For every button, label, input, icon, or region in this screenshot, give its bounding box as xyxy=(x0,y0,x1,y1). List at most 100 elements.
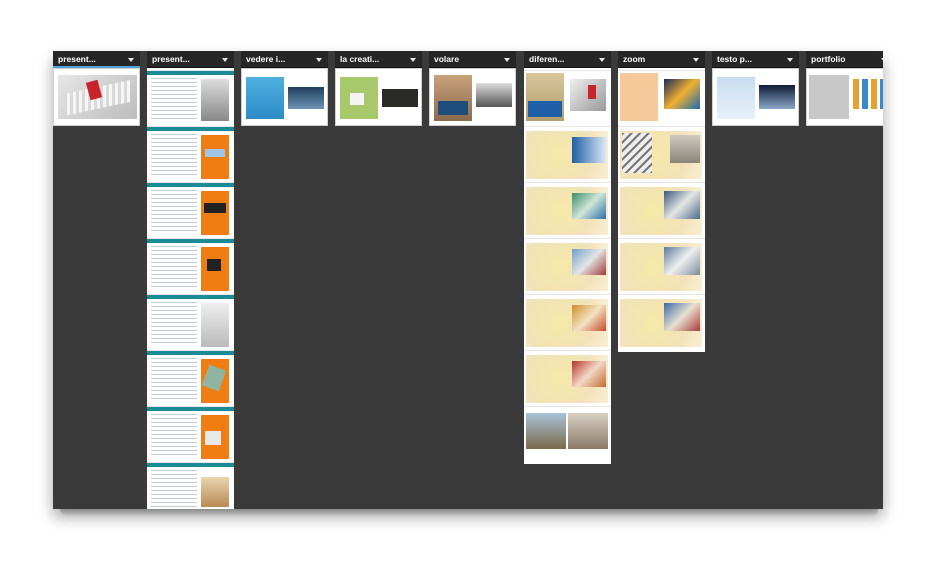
slide-header-bar xyxy=(147,463,234,467)
slide-image-detail xyxy=(205,149,225,157)
column-header[interactable]: diferen... xyxy=(524,51,611,68)
slide-thumbnail[interactable] xyxy=(147,294,234,350)
slide-thumbnail[interactable] xyxy=(335,68,422,126)
slide-thumbnail[interactable] xyxy=(147,238,234,294)
slide-header-bar xyxy=(147,295,234,299)
slide-thumbnail[interactable] xyxy=(806,68,883,126)
column-title: zoom xyxy=(623,54,646,64)
slide-thumbnail[interactable] xyxy=(618,294,705,350)
red-accent-shape xyxy=(588,85,596,99)
slide-text-block xyxy=(151,414,197,458)
slide-thumbnail[interactable] xyxy=(147,126,234,182)
slide-image xyxy=(526,413,566,449)
column-header[interactable]: volare xyxy=(429,51,516,68)
slide-image xyxy=(759,85,795,109)
column-title: la creati... xyxy=(340,54,380,64)
slide-image-detail xyxy=(350,93,364,105)
slide-thumbnail[interactable] xyxy=(618,126,705,182)
slide-image-detail xyxy=(438,101,468,115)
column-title: diferen... xyxy=(529,54,565,64)
column-header[interactable]: portfolio xyxy=(806,51,883,68)
column-8[interactable]: testo p... xyxy=(712,51,799,126)
column-5[interactable]: volare xyxy=(429,51,516,126)
slide-image xyxy=(476,83,512,107)
slide-thumbnail[interactable] xyxy=(147,182,234,238)
column-2[interactable]: present... xyxy=(147,51,234,509)
column-3[interactable]: vedere i... xyxy=(241,51,328,126)
slide-image xyxy=(670,135,700,163)
chevron-down-icon[interactable] xyxy=(410,58,416,62)
chevron-down-icon[interactable] xyxy=(222,58,228,62)
column-4[interactable]: la creati... xyxy=(335,51,422,126)
slide-header-bar xyxy=(147,351,234,355)
slide-image xyxy=(201,135,229,179)
slide-stack xyxy=(618,68,705,352)
column-header[interactable]: vedere i... xyxy=(241,51,328,68)
column-title: volare xyxy=(434,54,460,64)
slide-thumbnail[interactable] xyxy=(147,70,234,126)
slide-thumbnail[interactable] xyxy=(147,350,234,406)
column-6[interactable]: diferen... xyxy=(524,51,611,464)
slide-thumbnail[interactable] xyxy=(524,406,611,462)
chevron-down-icon[interactable] xyxy=(787,58,793,62)
slide-thumbnail[interactable] xyxy=(524,70,611,126)
column-title: vedere i... xyxy=(246,54,286,64)
column-1[interactable]: present... xyxy=(53,51,140,126)
slide-image xyxy=(572,137,606,163)
slide-text-block xyxy=(151,246,197,290)
slide-header-bar xyxy=(147,407,234,411)
column-title: present... xyxy=(152,54,190,64)
chevron-down-icon[interactable] xyxy=(599,58,605,62)
slide-thumbnail[interactable] xyxy=(524,238,611,294)
slide-image xyxy=(664,247,700,275)
slide-thumbnail[interactable] xyxy=(524,182,611,238)
slide-image xyxy=(568,413,608,449)
chevron-down-icon[interactable] xyxy=(128,58,134,62)
chevron-down-icon[interactable] xyxy=(504,58,510,62)
slide-image xyxy=(382,89,418,107)
slide-stack xyxy=(147,68,234,509)
slide-thumbnail[interactable] xyxy=(241,68,328,126)
slide-text-block xyxy=(151,78,197,122)
chevron-down-icon[interactable] xyxy=(316,58,322,62)
slide-header-bar xyxy=(147,127,234,131)
column-header[interactable]: testo p... xyxy=(712,51,799,68)
slide-image xyxy=(201,477,229,507)
slide-thumbnail[interactable] xyxy=(53,68,140,126)
slide-image xyxy=(288,87,324,109)
slide-header-bar xyxy=(147,239,234,243)
slide-thumbnail[interactable] xyxy=(618,238,705,294)
slide-thumbnail[interactable] xyxy=(429,68,516,126)
slide-thumbnail[interactable] xyxy=(618,182,705,238)
slide-stack xyxy=(524,68,611,464)
slide-text-block xyxy=(151,302,197,346)
column-header[interactable]: la creati... xyxy=(335,51,422,68)
column-title: portfolio xyxy=(811,54,846,64)
slide-image xyxy=(717,77,755,119)
chevron-down-icon[interactable] xyxy=(693,58,699,62)
column-header[interactable]: present... xyxy=(147,51,234,68)
slide-thumbnail[interactable] xyxy=(524,126,611,182)
column-7[interactable]: zoom xyxy=(618,51,705,352)
slide-image xyxy=(664,79,700,109)
slide-thumbnail[interactable] xyxy=(147,462,234,509)
slide-thumbnail[interactable] xyxy=(524,294,611,350)
column-header[interactable]: present... xyxy=(53,51,140,68)
slide-image-detail xyxy=(528,101,562,117)
column-9[interactable]: portfolio xyxy=(806,51,883,126)
slide-thumbnail[interactable] xyxy=(524,350,611,406)
slide-text-block xyxy=(151,134,197,178)
slide-image xyxy=(620,73,658,121)
slide-image-detail xyxy=(205,431,221,445)
slide-text-block xyxy=(151,190,197,234)
slide-image xyxy=(201,303,229,347)
column-title: present... xyxy=(58,54,96,64)
slide-thumbnail[interactable] xyxy=(712,68,799,126)
slide-thumbnail[interactable] xyxy=(618,70,705,126)
slide-thumbnail[interactable] xyxy=(147,406,234,462)
column-header[interactable]: zoom xyxy=(618,51,705,68)
board-shadow xyxy=(60,509,878,517)
chevron-down-icon[interactable] xyxy=(881,58,883,62)
slide-board[interactable]: present... present... vedere i... la cre… xyxy=(53,51,883,509)
slide-image xyxy=(201,79,229,121)
